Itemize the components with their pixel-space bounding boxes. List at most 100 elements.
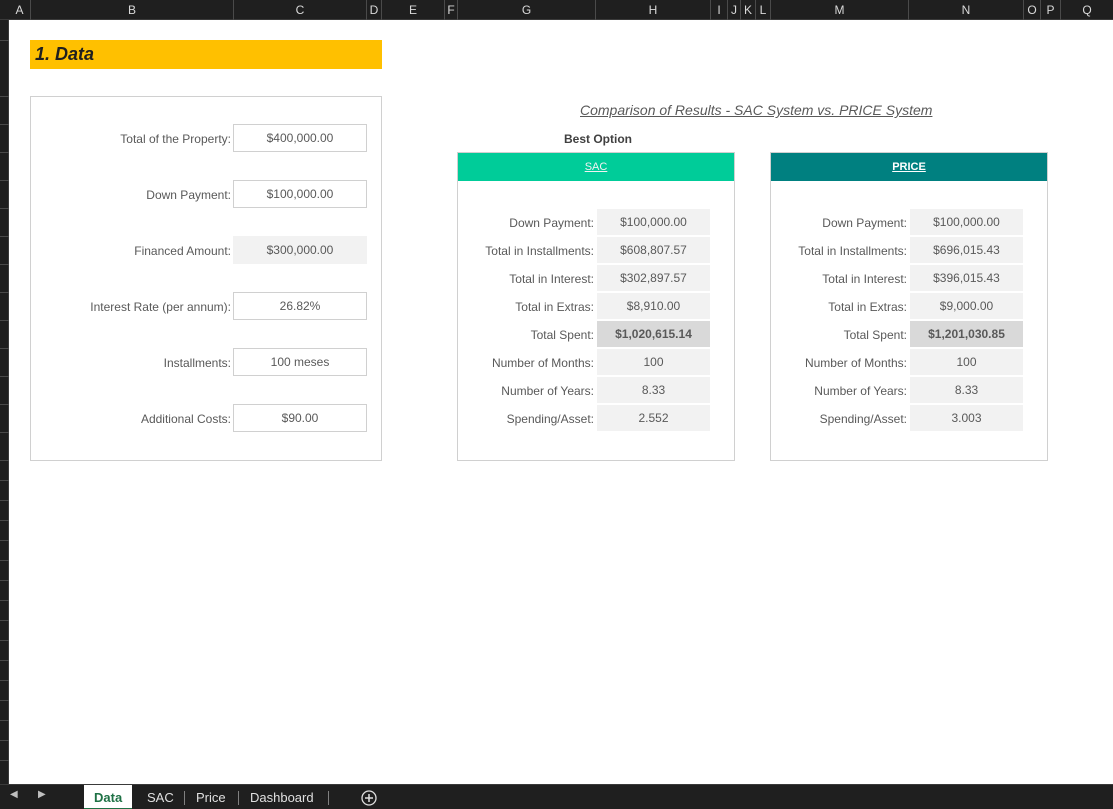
row-divider [0,320,9,321]
column-header-p[interactable]: P [1041,0,1061,20]
prev-sheet-icon[interactable]: ◀ [10,789,18,800]
tab-dashboard[interactable]: Dashboard [240,785,324,809]
column-header-l[interactable]: L [756,0,771,20]
input-label-installments: Installments: [163,356,231,370]
price-label-total-interest: Total in Interest: [822,272,907,286]
row-header-strip[interactable] [0,20,9,784]
tab-price[interactable]: Price [186,785,236,809]
price-value-number-months[interactable]: 100 [910,349,1023,375]
sac-label-total-interest: Total in Interest: [509,272,594,286]
sheet-tab-bar: ◀ ▶ Data SAC Price Dashboard [0,784,1113,809]
next-sheet-icon[interactable]: ▶ [38,789,46,800]
sac-label-number-months: Number of Months: [491,356,594,370]
tab-separator [184,791,185,805]
price-header[interactable]: PRICE [771,153,1047,181]
price-label-total-extras: Total in Extras: [828,300,907,314]
row-divider [0,620,9,621]
input-value-total-property[interactable]: $400,000.00 [233,124,367,152]
price-value-number-years[interactable]: 8.33 [910,377,1023,403]
price-label-total-spent: Total Spent: [843,328,907,342]
input-label-down-payment: Down Payment: [146,188,231,202]
row-divider [0,720,9,721]
row-divider [0,96,9,97]
column-header-f[interactable]: F [445,0,458,20]
column-header-c[interactable]: C [234,0,367,20]
row-divider [0,152,9,153]
sac-value-total-interest[interactable]: $302,897.57 [597,265,710,291]
column-header-h[interactable]: H [596,0,711,20]
column-header-q[interactable]: Q [1061,0,1113,20]
sac-header[interactable]: SAC [458,153,734,181]
row-divider [0,264,9,265]
input-value-financed-amount[interactable]: $300,000.00 [233,236,367,264]
tab-data[interactable]: Data [84,785,133,809]
row-divider [0,124,9,125]
column-header-n[interactable]: N [909,0,1024,20]
price-label-spending-asset: Spending/Asset: [819,412,907,426]
price-value-down-payment[interactable]: $100,000.00 [910,209,1023,235]
section-title-band[interactable]: 1. Data [30,40,382,69]
sac-value-number-years[interactable]: 8.33 [597,377,710,403]
price-value-total-spent[interactable]: $1,201,030.85 [910,321,1023,347]
row-divider [0,432,9,433]
price-label-number-years: Number of Years: [814,384,907,398]
sac-value-total-installments[interactable]: $608,807.57 [597,237,710,263]
tab-separator [328,791,329,805]
add-sheet-icon[interactable] [360,789,378,807]
price-label-total-installments: Total in Installments: [798,244,907,258]
row-divider [0,680,9,681]
row-divider [0,376,9,377]
row-divider [0,740,9,741]
price-label-number-months: Number of Months: [804,356,907,370]
row-divider [0,700,9,701]
price-value-total-extras[interactable]: $9,000.00 [910,293,1023,319]
tab-separator [238,791,239,805]
column-header-k[interactable]: K [741,0,756,20]
input-label-additional-costs: Additional Costs: [140,412,231,426]
row-divider [0,500,9,501]
input-value-down-payment[interactable]: $100,000.00 [233,180,367,208]
column-header-o[interactable]: O [1024,0,1041,20]
column-header-bar: A B C D E F G H I J K L M N O P Q [0,0,1113,20]
row-divider [0,640,9,641]
input-value-installments[interactable]: 100 meses [233,348,367,376]
column-header-i[interactable]: I [711,0,728,20]
column-header-g[interactable]: G [458,0,596,20]
sac-label-number-years: Number of Years: [501,384,594,398]
column-header-m[interactable]: M [771,0,909,20]
column-header-e[interactable]: E [382,0,445,20]
row-divider [0,348,9,349]
row-divider [0,208,9,209]
price-value-total-interest[interactable]: $396,015.43 [910,265,1023,291]
row-divider [0,292,9,293]
sac-label-total-extras: Total in Extras: [515,300,594,314]
column-header-d[interactable]: D [367,0,382,20]
row-divider [0,560,9,561]
row-divider [0,460,9,461]
sac-value-total-extras[interactable]: $8,910.00 [597,293,710,319]
row-divider [0,480,9,481]
price-value-total-installments[interactable]: $696,015.43 [910,237,1023,263]
input-label-total-property: Total of the Property: [120,132,231,146]
column-header-b[interactable]: B [31,0,234,20]
price-value-spending-asset[interactable]: 3.003 [910,405,1023,431]
row-divider [0,580,9,581]
row-divider [0,520,9,521]
row-divider [0,760,9,761]
row-divider [0,540,9,541]
sac-value-number-months[interactable]: 100 [597,349,710,375]
row-divider [0,180,9,181]
column-header-a[interactable]: A [9,0,31,20]
sac-value-spending-asset[interactable]: 2.552 [597,405,710,431]
tab-sac[interactable]: SAC [137,785,184,809]
row-divider [0,600,9,601]
row-divider [0,236,9,237]
input-value-additional-costs[interactable]: $90.00 [233,404,367,432]
section-title: 1. Data [35,44,95,64]
column-header-j[interactable]: J [728,0,741,20]
input-value-interest-rate[interactable]: 26.82% [233,292,367,320]
sac-label-total-installments: Total in Installments: [485,244,594,258]
sac-value-total-spent[interactable]: $1,020,615.14 [597,321,710,347]
input-label-financed-amount: Financed Amount: [134,244,231,258]
sac-value-down-payment[interactable]: $100,000.00 [597,209,710,235]
